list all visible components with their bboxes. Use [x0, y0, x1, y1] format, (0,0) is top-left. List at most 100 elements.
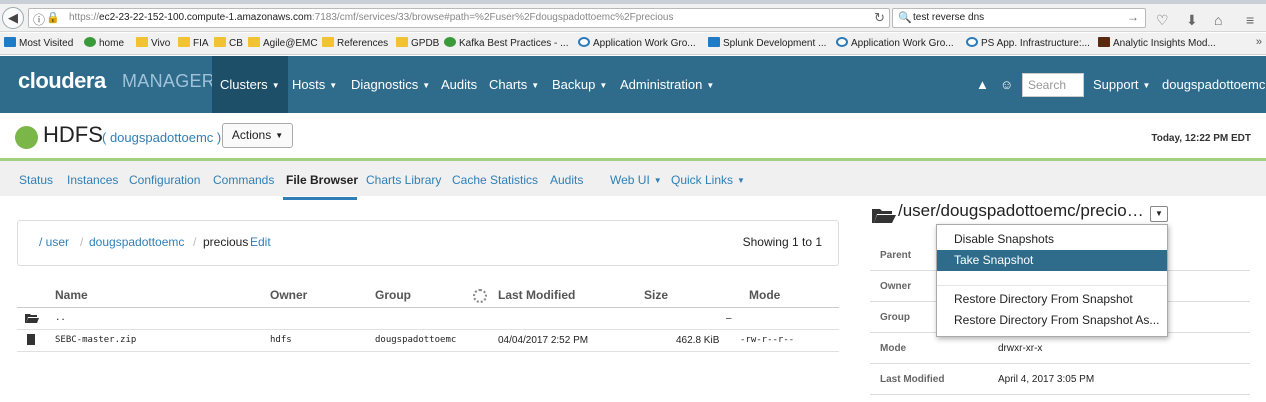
bookmark-home[interactable]: home [84, 37, 124, 49]
tab-cache-statistics[interactable]: Cache Statistics [452, 173, 538, 187]
service-tabs: Status Instances Configuration Commands … [0, 158, 1266, 200]
bookmark-most-visited[interactable]: Most Visited [4, 37, 73, 49]
bookmark-ps-app[interactable]: PS App. Infrastructure:... [966, 37, 1090, 49]
tab-commands[interactable]: Commands [213, 173, 274, 187]
table-row[interactable]: .. – [17, 308, 839, 330]
browser-navbar: ◀ ⓘ 🔒 https://ec2-23-22-152-100.compute-… [0, 4, 1266, 32]
property-key: Owner [880, 281, 912, 292]
file-mode: -rw-r--r-- [740, 335, 795, 345]
running-commands-icon[interactable]: ▲ [976, 77, 989, 92]
table-header: Name Owner Group Last Modified Size Mode [17, 283, 839, 308]
bookmark-splunk[interactable]: Splunk Development ... [708, 37, 826, 49]
column-name[interactable]: Name [55, 288, 88, 302]
pocket-icon[interactable]: ♡ [1156, 12, 1169, 29]
breadcrumb-separator: / [80, 235, 84, 249]
browser-search-value: test reverse dns [913, 12, 985, 23]
edit-path-link[interactable]: Edit [250, 235, 271, 249]
bookmark-gpdb[interactable]: GPDB [396, 37, 439, 49]
bookmark-icon [966, 37, 978, 47]
nav-label: Backup [552, 77, 596, 92]
file-name[interactable]: SEBC-master.zip [55, 335, 136, 345]
nav-clusters[interactable]: Clusters ▼ [212, 56, 288, 113]
nav-backup[interactable]: Backup ▼ [552, 56, 607, 113]
lock-warning-icon[interactable]: 🔒 [46, 11, 60, 24]
url-bar[interactable]: ⓘ 🔒 https://ec2-23-22-152-100.compute-1.… [28, 8, 890, 28]
bookmark-app-work-2[interactable]: Application Work Gro... [836, 37, 954, 49]
tab-quick-links[interactable]: Quick Links ▼ [671, 173, 745, 187]
bookmark-icon [708, 37, 720, 47]
nav-charts[interactable]: Charts ▼ [489, 56, 539, 113]
breadcrumb: / user / dougspadottoemc / precious Edit… [17, 220, 839, 266]
cm-search-input[interactable]: Search [1022, 73, 1084, 97]
actions-button[interactable]: Actions ▼ [222, 123, 293, 148]
tab-instances[interactable]: Instances [67, 173, 118, 187]
directory-path: /user/dougspadottoemc/precio… [898, 201, 1144, 220]
bookmark-app-work-1[interactable]: Application Work Gro... [578, 37, 696, 49]
bookmark-agile[interactable]: Agile@EMC [248, 37, 318, 49]
menu-item-disable-snapshots[interactable]: Disable Snapshots [937, 229, 1167, 250]
caret-down-icon: ▼ [422, 81, 431, 90]
back-button[interactable]: ◀ [2, 7, 24, 29]
nav-administration[interactable]: Administration ▼ [620, 56, 714, 113]
bookmark-fia[interactable]: FIA [178, 37, 209, 49]
tab-web-ui[interactable]: Web UI ▼ [610, 173, 662, 187]
caret-down-icon: ▼ [599, 81, 608, 90]
tab-configuration[interactable]: Configuration [129, 173, 200, 187]
menu-item-restore-directory[interactable]: Restore Directory From Snapshot [937, 289, 1167, 310]
breadcrumb-user[interactable]: / user [39, 235, 69, 249]
browser-search-box[interactable]: 🔍 test reverse dns → [892, 8, 1146, 28]
column-last-modified[interactable]: Last Modified [498, 288, 575, 302]
tab-audits[interactable]: Audits [550, 173, 583, 187]
cluster-link[interactable]: ( dougspadottoemc ) [102, 130, 221, 145]
menu-item-restore-directory-as[interactable]: Restore Directory From Snapshot As... [937, 310, 1167, 331]
bookmark-icon [444, 37, 456, 47]
tab-file-browser[interactable]: File Browser [286, 173, 358, 187]
bookmark-icon [4, 37, 16, 47]
column-size[interactable]: Size [644, 288, 668, 302]
nav-diagnostics[interactable]: Diagnostics ▼ [351, 56, 430, 113]
search-go-icon[interactable]: → [1127, 10, 1139, 24]
reload-icon[interactable]: ↻ [874, 10, 885, 26]
caret-down-icon: ▼ [653, 176, 662, 185]
table-row[interactable]: SEBC-master.zip hdfs dougspadottoemc 04/… [17, 330, 839, 352]
showing-count: Showing 1 to 1 [742, 235, 822, 249]
property-row: Last Modified April 4, 2017 3:05 PM [870, 364, 1250, 395]
menu-divider [937, 285, 1167, 286]
tab-charts-library[interactable]: Charts Library [366, 173, 441, 187]
bookmark-kafka[interactable]: Kafka Best Practices - ... [444, 37, 568, 49]
nav-user[interactable]: dougspadottoemc [1162, 56, 1265, 113]
nav-hosts[interactable]: Hosts ▼ [292, 56, 337, 113]
bookmark-references[interactable]: References [322, 37, 388, 49]
bookmark-vivo[interactable]: Vivo [136, 37, 170, 49]
service-name: HDFS [43, 122, 103, 147]
bookmark-label: Most Visited [19, 38, 74, 49]
column-group[interactable]: Group [375, 288, 411, 302]
bookmark-analytic[interactable]: Analytic Insights Mod... [1098, 37, 1216, 49]
nav-audits[interactable]: Audits [441, 56, 477, 113]
bookmark-label: CB [229, 38, 243, 49]
breadcrumb-dougspadottoemc[interactable]: dougspadottoemc [89, 235, 184, 249]
logo-subtitle: MANAGER [122, 71, 216, 91]
column-mode[interactable]: Mode [749, 288, 780, 302]
menu-item-take-snapshot[interactable]: Take Snapshot [937, 250, 1167, 271]
menu-icon[interactable]: ≡ [1246, 12, 1254, 28]
column-owner[interactable]: Owner [270, 288, 307, 302]
bookmarks-overflow[interactable]: » [1256, 36, 1262, 48]
support-user-icon[interactable]: ☺ [1000, 77, 1013, 92]
home-icon[interactable]: ⌂ [1214, 12, 1222, 28]
property-key: Last Modified [880, 374, 945, 385]
folder-icon [396, 37, 408, 47]
nav-support[interactable]: Support ▼ [1093, 56, 1150, 113]
file-name[interactable]: .. [55, 313, 66, 323]
download-icon[interactable]: ⬇ [1186, 12, 1198, 29]
cm-header: cloudera MANAGER Clusters ▼ Hosts ▼ Diagno… [0, 56, 1266, 113]
logo[interactable]: cloudera [18, 68, 106, 94]
info-icon[interactable]: ⓘ [33, 11, 45, 28]
current-time[interactable]: Today, 12:22 PM EDT [1151, 133, 1251, 144]
snapshot-menu-toggle[interactable]: ▼ [1150, 206, 1168, 222]
tab-status[interactable]: Status [19, 173, 53, 187]
file-table: Name Owner Group Last Modified Size Mode… [17, 283, 839, 352]
bookmark-cb[interactable]: CB [214, 37, 243, 49]
folder-icon [178, 37, 190, 47]
bookmark-label: Splunk Development ... [723, 38, 827, 49]
